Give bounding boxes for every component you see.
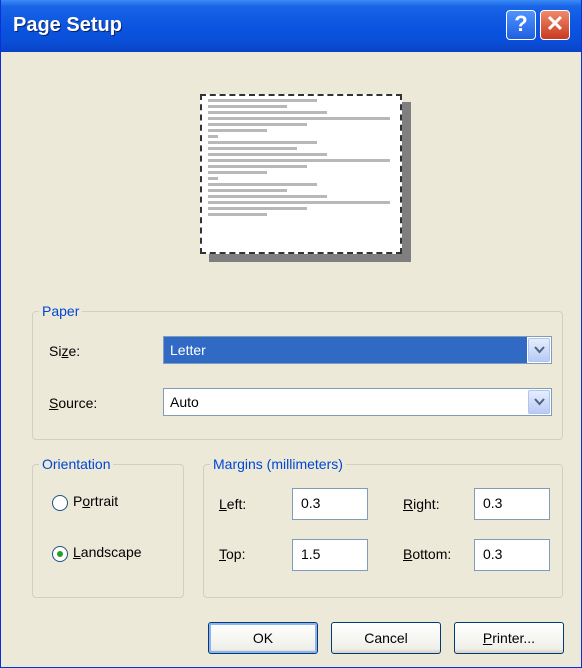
top-margin-label: Top:: [219, 546, 246, 562]
printer-button[interactable]: Printer...: [454, 622, 564, 654]
ok-button[interactable]: OK: [208, 622, 318, 654]
window-title: Page Setup: [13, 14, 122, 36]
top-margin-input[interactable]: 1.5: [292, 539, 368, 571]
bottom-margin-label: Bottom:: [403, 546, 452, 562]
title-bar[interactable]: Page Setup ? ✕: [1, 0, 581, 52]
help-icon[interactable]: ?: [506, 10, 536, 40]
chevron-down-icon[interactable]: [528, 338, 550, 362]
portrait-label[interactable]: Portrait: [73, 493, 118, 509]
paper-group: Paper: [32, 303, 563, 440]
paper-source-select[interactable]: Auto: [163, 388, 552, 416]
close-icon[interactable]: ✕: [540, 10, 570, 40]
left-margin-input[interactable]: 0.3: [292, 488, 368, 520]
page-setup-dialog: Page Setup ? ✕ Paper Size: Letter Source…: [0, 0, 582, 668]
left-margin-label: Left:: [219, 496, 247, 512]
paper-legend: Paper: [42, 303, 80, 319]
orientation-legend: Orientation: [42, 456, 111, 472]
orientation-group: Orientation: [32, 456, 184, 598]
cancel-button[interactable]: Cancel: [331, 622, 441, 654]
right-margin-input[interactable]: 0.3: [474, 488, 550, 520]
page-preview: [200, 94, 402, 254]
source-label: Source:: [49, 395, 98, 411]
size-label: Size:: [49, 343, 81, 359]
margins-group: Margins (millimeters): [203, 456, 563, 598]
chevron-down-icon[interactable]: [528, 390, 550, 414]
portrait-radio[interactable]: [52, 495, 68, 511]
bottom-margin-input[interactable]: 0.3: [474, 539, 550, 571]
radio-selected-dot: [57, 551, 63, 557]
right-margin-label: Right:: [403, 496, 440, 512]
paper-size-value: Letter: [164, 337, 527, 363]
landscape-radio[interactable]: [52, 546, 68, 562]
margins-legend: Margins (millimeters): [213, 456, 343, 472]
landscape-label[interactable]: Landscape: [73, 544, 142, 560]
paper-size-select[interactable]: Letter: [163, 336, 552, 364]
paper-source-value: Auto: [170, 394, 199, 410]
